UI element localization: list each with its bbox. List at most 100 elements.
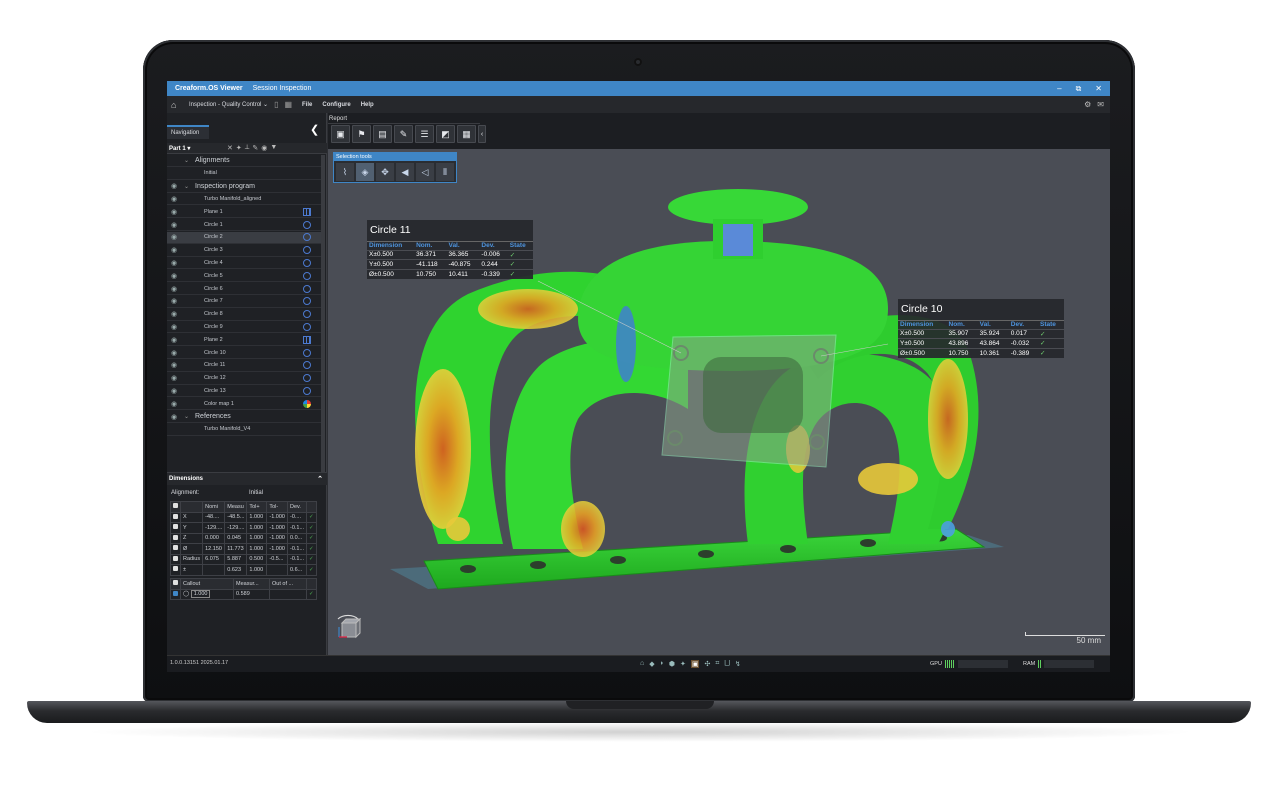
texture-icon[interactable]: ✦ [680,660,686,668]
row-checkbox[interactable] [170,522,181,534]
tree-item[interactable]: ◉ Circle 1 [167,219,322,231]
tree-item[interactable]: ◉ Circle 13 [167,385,322,398]
target-icon[interactable]: ✣ [704,660,710,668]
part-selector[interactable]: Part 1 ▾ [169,145,227,152]
tree-item[interactable]: ◉ Circle 9 [167,321,322,334]
eye-icon[interactable]: ◉ [171,374,177,382]
view-cube-icon[interactable] [333,609,363,645]
eye-icon[interactable]: ◉ [171,246,177,254]
tab-navigation[interactable]: Navigation [167,125,209,139]
dimension-row[interactable]: Radius 6.075 5.887 0.500 -0.5... -0.1... ✓ [170,553,317,565]
menu-file[interactable]: File [302,102,312,108]
eye-icon[interactable]: ◉ [171,259,177,267]
eye-icon[interactable]: ◉ [171,349,177,357]
callout-row-check[interactable] [170,588,181,600]
eye-icon[interactable]: ◉ [171,361,177,369]
tree-item[interactable]: ◉ Color map 1 [167,398,322,411]
feature-icon[interactable]: ⌗ [715,660,719,668]
chevron-down-icon[interactable]: ⌄ [184,157,189,164]
axis-icon[interactable]: ⟂ [245,144,250,152]
eye-icon[interactable]: ◉ [171,413,177,421]
3d-viewport[interactable]: Selection tools ⌇ ◈ ✥ ◀ ◁ ⫴ Circle 11 Di… [328,149,1110,655]
dim-header-dev[interactable]: Dev. [286,501,308,513]
eye-icon[interactable]: ◉ [171,221,177,229]
select-right-icon[interactable]: ◁ [416,163,434,181]
report-snapshot-icon[interactable]: ▣ [331,125,350,143]
callout-header-meas[interactable]: Measur... [233,578,270,590]
tree-item[interactable]: ◉ Circle 6 [167,283,322,295]
solid-icon[interactable]: ⬢ [669,660,675,668]
dim-header-check[interactable] [170,501,181,513]
report-flag-icon[interactable]: ⚑ [352,125,371,143]
eye-icon[interactable]: ◉ [171,208,177,216]
tree-item[interactable]: ◉ Circle 2 [167,231,322,244]
eye-icon[interactable]: ◉ [171,195,177,203]
minimize-button[interactable]: – [1057,84,1061,94]
lasso-icon[interactable]: ⌇ [336,163,354,181]
settings-icon[interactable]: ⚙ [1084,100,1091,109]
close-button[interactable]: ✕ [1095,84,1102,94]
tree-item[interactable]: ◉ Circle 11 [167,360,322,372]
dimension-row[interactable]: Y -129.... -129.... 1.000 -1.000 -0.1... ✓ [170,522,317,534]
row-checkbox[interactable] [170,564,181,576]
eye-icon[interactable]: ◉ [171,285,177,293]
align-icon[interactable]: ✕ [227,144,233,152]
dim-header-meas[interactable]: Measu [224,501,248,513]
tree-item[interactable]: Initial [167,168,322,180]
tree-item[interactable]: ◉ ⌄ References [167,411,322,423]
eye-icon[interactable]: ◉ [171,323,177,331]
dimension-row[interactable]: Z 0.000 0.045 1.000 -1.000 0.0... ✓ [170,532,317,544]
collapse-panel-icon[interactable]: ❮ [310,123,319,136]
report-edit-icon[interactable]: ✎ [394,125,413,143]
callout-row[interactable]: ◯ 1.000 0.589 ✓ [170,588,317,600]
feature-icon[interactable]: ✦ [236,144,242,152]
surface-icon[interactable]: ◗ [660,660,664,668]
eye-icon[interactable]: ◉ [171,387,177,395]
tree-item[interactable]: ◉ ⌄ Inspection program [167,181,322,193]
report-chart-icon[interactable]: ◩ [436,125,455,143]
tree-item[interactable]: ◉ Plane 1 [167,206,322,219]
dimension-row[interactable]: ±0.623 1.000 0.6... ✓ [170,564,317,576]
report-table-icon[interactable]: ▦ [457,125,476,143]
row-checkbox[interactable] [170,511,181,523]
callout-header-check[interactable] [170,578,181,590]
tree-item[interactable]: ◉ Plane 2 [167,334,322,347]
dim-header-tolp[interactable]: Tol+ [246,501,268,513]
eye-icon[interactable]: ◉ [171,297,177,305]
callout-header-out[interactable]: Out of ... [269,578,307,590]
mode-selector[interactable]: Inspection - Quality Control ⌄ [189,101,268,108]
callout-header-callout[interactable]: Callout [180,578,234,590]
tree-item[interactable]: Turbo Manifold_V4 [167,424,322,436]
tree-item[interactable]: ◉ Circle 5 [167,270,322,283]
menu-configure[interactable]: Configure [322,102,350,108]
mesh-icon[interactable]: ◆ [649,660,654,668]
maximize-button[interactable]: ⧉ [1076,84,1082,94]
home-icon[interactable]: ⌂ [171,100,181,110]
tree-item[interactable]: ◉ Circle 3 [167,245,322,257]
filter-icon[interactable]: ▼ [270,144,277,152]
mirror-icon[interactable]: ⫴ [436,163,454,181]
feedback-icon[interactable]: ✉ [1097,100,1104,109]
row-checkbox[interactable] [170,532,181,544]
menu-help[interactable]: Help [361,102,374,108]
surface-select-icon[interactable]: ◈ [356,163,374,181]
select-left-icon[interactable]: ◀ [396,163,414,181]
dim-header-nom[interactable]: Nomi [202,501,226,513]
grid-icon[interactable]: ▦ [284,100,292,109]
report-page-icon[interactable]: ☰ [415,125,434,143]
dimension-row[interactable]: X -48.... -48.5... 1.000 -1.000 -0.... ✓ [170,511,317,523]
freeform-select-icon[interactable]: ✥ [376,163,394,181]
row-checkbox[interactable] [170,543,181,555]
tree-item[interactable]: ◉ Circle 12 [167,373,322,385]
eye-icon[interactable]: ◉ [171,310,177,318]
tree-item[interactable]: ◉ Turbo Manifold_aligned [167,193,322,206]
visibility-icon[interactable]: ◉ [261,144,267,152]
report-capture-icon[interactable]: ▤ [373,125,392,143]
tree-item[interactable]: ◉ Circle 7 [167,296,322,308]
chevron-up-icon[interactable]: ⌃ [317,475,323,483]
section-icon[interactable]: ⨆ [724,660,730,668]
row-checkbox[interactable] [170,553,181,565]
eye-icon[interactable]: ◉ [171,233,177,241]
chevron-down-icon[interactable]: ⌄ [184,183,189,190]
chevron-down-icon[interactable]: ⌄ [184,413,189,420]
